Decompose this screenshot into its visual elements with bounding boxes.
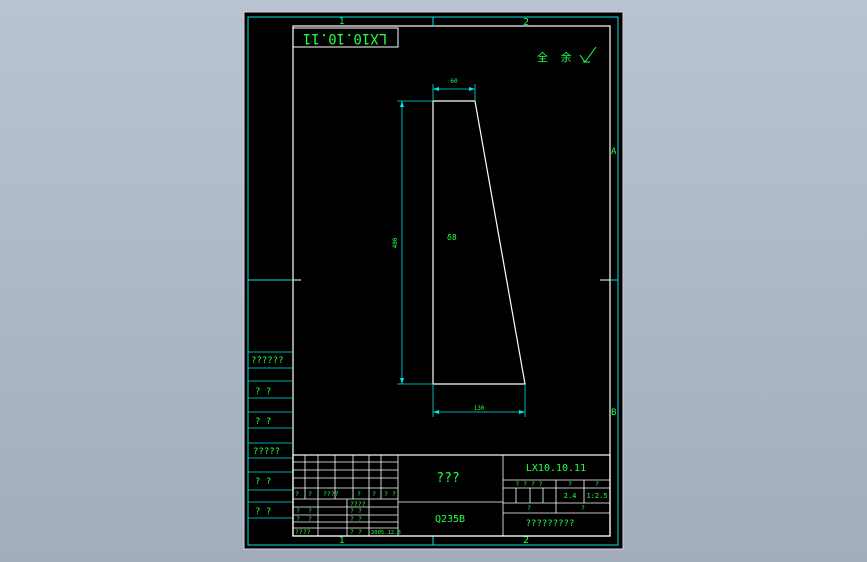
- sign-r1-c4: ?: [350, 507, 354, 515]
- left-strip-cell-4: ?????: [253, 447, 280, 457]
- rev-label-7: ?: [392, 490, 396, 498]
- rev-label-6: ?: [384, 490, 388, 498]
- weight-header: ?: [568, 480, 572, 488]
- dim-top-width: 60: [450, 78, 458, 85]
- sign-r3-c5: ?: [358, 528, 362, 536]
- sign-r1-c2: ?: [308, 507, 312, 515]
- stage-header: ? ? ? ?: [515, 480, 542, 488]
- zone-right-a: A: [611, 147, 617, 157]
- rev-label-2: ?: [308, 490, 312, 498]
- thickness-note: δ8: [447, 233, 457, 242]
- sign-r3-c1: ????: [295, 528, 311, 536]
- dim-bottom-width: 130: [474, 405, 485, 412]
- drawing-number-rotated: LX10.10.11: [303, 30, 387, 46]
- cad-drawing-sheet: 1 2 1 2 A B LX10.10.11 全 余 60 400 130 δ8: [243, 11, 624, 550]
- left-strip-cell-3: ? ?: [255, 417, 271, 427]
- dim-height: 400: [392, 237, 399, 248]
- sign-r2-c4: ?: [350, 515, 354, 523]
- sign-r2-c5: ?: [358, 515, 362, 523]
- zone-bottom-2: 2: [523, 535, 529, 546]
- sign-r2-c2: ?: [308, 515, 312, 523]
- left-strip-cell-6: ? ?: [255, 507, 271, 517]
- scale-value: 1:2.5: [586, 492, 607, 500]
- roughness-note: 全 余: [537, 50, 575, 64]
- zone-top-1: 1: [339, 17, 344, 27]
- rev-label-4: ?: [357, 490, 361, 498]
- date-value: 2005.12.8: [371, 530, 401, 536]
- scale-header: ?: [595, 480, 599, 488]
- rev-label-5: ?: [372, 490, 376, 498]
- sign-r3-c4: ?: [350, 528, 354, 536]
- left-strip-cell-1: ??????: [251, 356, 284, 366]
- left-strip-cell-2: ? ?: [255, 387, 271, 397]
- part-name: ???: [436, 471, 459, 486]
- zone-bottom-1: 1: [339, 536, 344, 546]
- material: Q235B: [435, 514, 465, 525]
- company-name: ?????????: [526, 519, 575, 529]
- sheet-count: ?: [527, 504, 531, 512]
- drawing-number: LX10.10.11: [526, 463, 586, 474]
- sheet-number: ?: [581, 504, 585, 512]
- weight-value: 2.4: [564, 492, 577, 500]
- sign-r1-c5: ?: [358, 507, 362, 515]
- left-strip-cell-5: ? ?: [255, 477, 271, 487]
- zone-right-b: B: [611, 408, 616, 418]
- sign-r2-c1: ?: [296, 515, 300, 523]
- rev-label-1: ?: [295, 490, 299, 498]
- zone-top-2: 2: [523, 17, 529, 28]
- rev-label-3: ????: [323, 490, 339, 498]
- sign-r1-c1: ?: [296, 507, 300, 515]
